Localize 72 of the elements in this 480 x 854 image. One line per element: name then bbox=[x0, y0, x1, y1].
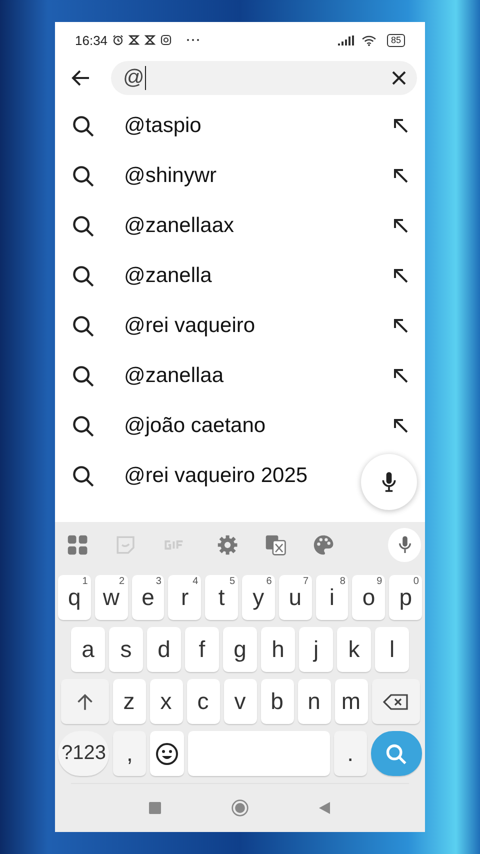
search-icon bbox=[72, 315, 94, 337]
keyboard-key[interactable]: , bbox=[113, 731, 146, 776]
search-icon bbox=[72, 115, 94, 137]
palette-icon[interactable] bbox=[313, 534, 334, 556]
fill-arrow-icon[interactable] bbox=[393, 318, 409, 334]
camera-icon bbox=[160, 34, 172, 46]
search-icon bbox=[72, 165, 94, 187]
home-icon[interactable] bbox=[231, 799, 249, 817]
fill-arrow-icon[interactable] bbox=[393, 268, 409, 284]
shift-key[interactable] bbox=[60, 679, 108, 724]
suggestion-item[interactable]: @zanellaa bbox=[124, 364, 224, 388]
keyboard-key[interactable]: h bbox=[261, 627, 295, 672]
back-icon[interactable] bbox=[319, 802, 331, 814]
wifi-icon bbox=[360, 34, 377, 46]
keyboard-key[interactable]: . bbox=[334, 731, 367, 776]
microphone-button[interactable] bbox=[388, 528, 422, 562]
search-icon bbox=[385, 742, 408, 764]
fill-arrow-icon[interactable] bbox=[393, 118, 409, 134]
search-icon bbox=[72, 465, 94, 487]
microphone-icon bbox=[380, 471, 398, 493]
keyboard-key[interactable]: x bbox=[150, 679, 182, 724]
fill-arrow-icon[interactable] bbox=[393, 218, 409, 234]
battery-level: 85 bbox=[386, 34, 405, 46]
symbols-key[interactable]: ?123 bbox=[58, 731, 110, 776]
microphone-icon bbox=[396, 535, 413, 555]
emoji-key[interactable] bbox=[150, 731, 184, 776]
fill-arrow-icon[interactable] bbox=[393, 418, 409, 434]
search-key[interactable] bbox=[370, 731, 422, 776]
backspace-key[interactable] bbox=[372, 679, 420, 724]
search-icon bbox=[72, 415, 94, 437]
keyboard-key[interactable]: l bbox=[375, 627, 409, 672]
keyboard-key[interactable]: m bbox=[334, 679, 368, 724]
keyboard-key[interactable]: b bbox=[260, 679, 294, 724]
keyboard-key[interactable]: k bbox=[337, 627, 371, 672]
close-icon[interactable] bbox=[391, 70, 407, 86]
keyboard-key[interactable]: g bbox=[223, 627, 257, 672]
smiley-icon bbox=[154, 742, 179, 766]
translate-icon[interactable] bbox=[265, 534, 286, 556]
status-time: 16:34 bbox=[75, 32, 108, 48]
apps-grid-icon[interactable] bbox=[67, 534, 88, 556]
suggestion-item[interactable]: @joão caetano bbox=[124, 414, 266, 438]
settings-icon[interactable] bbox=[217, 534, 238, 556]
keyboard-key[interactable]: j bbox=[299, 627, 333, 672]
search-icon bbox=[72, 365, 94, 387]
keyboard-key[interactable]: n bbox=[298, 679, 330, 724]
suggestion-item[interactable]: @rei vaqueiro 2025 bbox=[124, 464, 308, 488]
back-arrow-icon[interactable] bbox=[71, 68, 91, 88]
keyboard-key[interactable]: a bbox=[71, 627, 105, 672]
alarm-clock-icon bbox=[112, 34, 124, 46]
suggestion-item[interactable]: @zanellaax bbox=[124, 214, 234, 238]
search-field[interactable]: @ bbox=[111, 61, 417, 95]
suggestion-item[interactable]: @zanella bbox=[124, 264, 212, 288]
keyboard-key[interactable]: c bbox=[186, 679, 220, 724]
keyboard-key[interactable]: z bbox=[112, 679, 146, 724]
voice-search-button[interactable] bbox=[361, 454, 417, 510]
suggestion-item[interactable]: @shinywr bbox=[124, 164, 217, 188]
keyboard-key[interactable]: s bbox=[109, 627, 143, 672]
keyboard-key[interactable]: d bbox=[147, 627, 181, 672]
fill-arrow-icon[interactable] bbox=[393, 168, 409, 184]
search-icon bbox=[72, 215, 94, 237]
keyboard-key[interactable]: v bbox=[224, 679, 256, 724]
signal-icon bbox=[338, 34, 354, 46]
hourglass-icon bbox=[144, 34, 156, 46]
fill-arrow-icon[interactable] bbox=[393, 368, 409, 384]
keyboard-key[interactable]: f bbox=[185, 627, 219, 672]
suggestion-item[interactable]: @rei vaqueiro bbox=[124, 314, 256, 338]
suggestion-item[interactable]: @taspio bbox=[124, 114, 202, 138]
more-icon bbox=[186, 38, 200, 42]
search-icon bbox=[72, 265, 94, 287]
hourglass-icon bbox=[128, 34, 140, 46]
up-arrow-icon bbox=[76, 692, 94, 710]
backspace-icon bbox=[382, 692, 408, 710]
